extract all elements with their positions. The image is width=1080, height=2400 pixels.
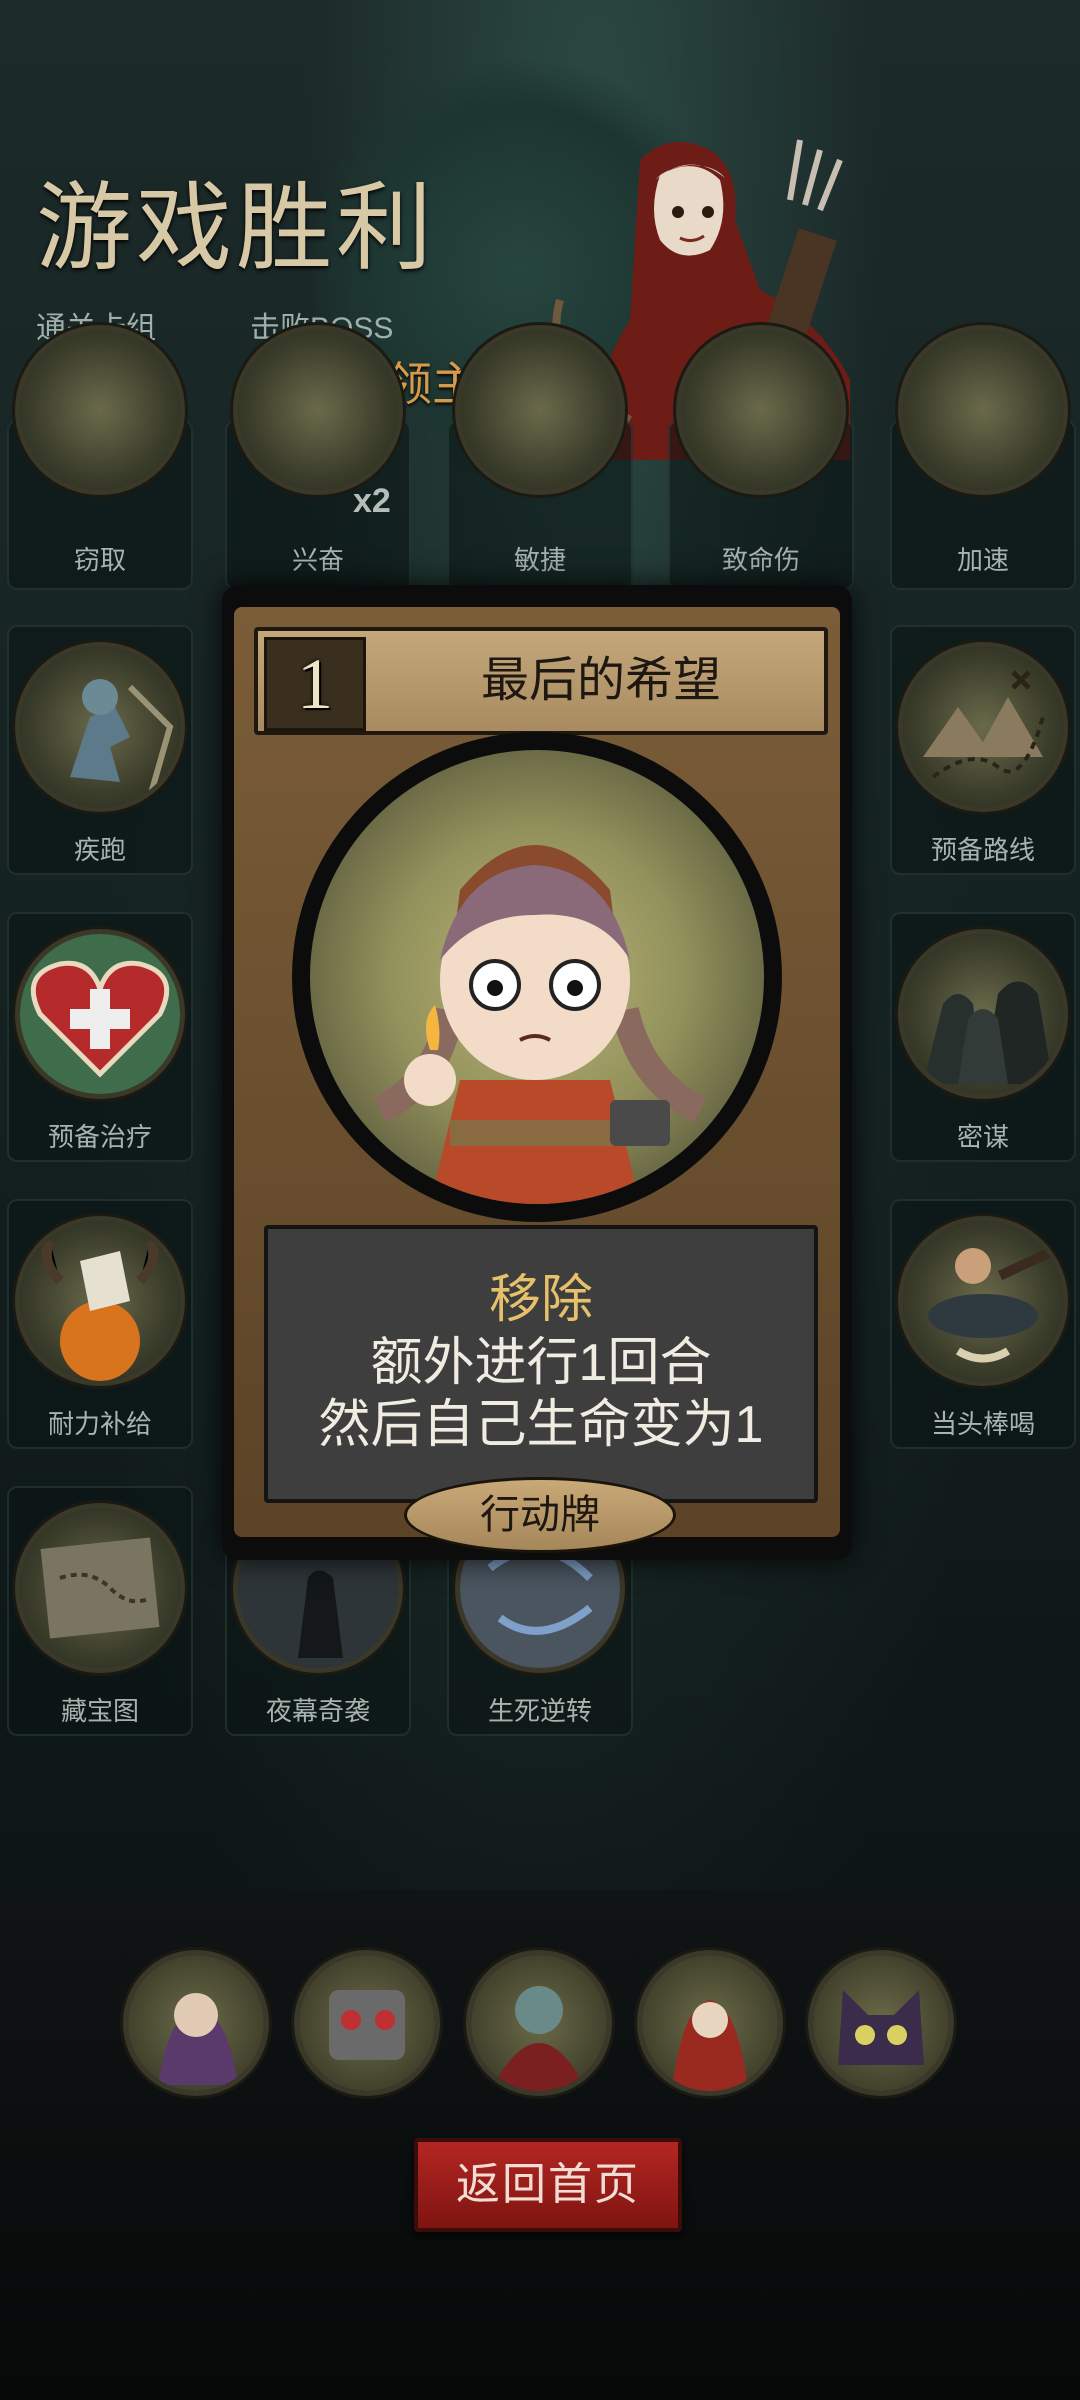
girl-with-lighter-illustration [373,845,707,1204]
opponent-portrait-robot[interactable] [299,1955,435,2091]
back-to-home-button[interactable]: 返回首页 [414,2138,682,2232]
card-label: 预备路线 [930,835,1035,865]
hourglass-icon: 1 [264,637,366,731]
card-label: 夜幕奇袭 [265,1696,370,1726]
card-slot-conspiracy[interactable]: 密谋 [890,912,1076,1162]
opponent-portrait-vampire[interactable] [471,1955,607,2091]
card-label: 生死逆转 [487,1696,592,1726]
card-slot-haste[interactable]: 加速 [890,330,1076,590]
card-slot-ready-heal[interactable]: 预备治疗 [7,912,193,1162]
card-slot-stamina[interactable]: 耐力补给 [7,1199,193,1449]
card-slot-steal[interactable]: 窃取 [7,330,193,590]
card-label: 耐力补给 [47,1409,152,1439]
card-label: 当头棒喝 [930,1409,1035,1439]
heart-heal-icon [20,934,180,1094]
card-slot-fatal-wound[interactable]: 致命伤 [668,330,854,590]
card-effect-box: 移除 额外进行1回合 然后自己生命变为1 [264,1225,818,1503]
card-slot-sprint[interactable]: 疾跑 [7,625,193,875]
card-multiplier: x2 [353,482,391,520]
card-title: 最后的希望 [480,654,721,707]
steal-icon [20,330,180,490]
victory-title: 游戏胜利 [36,175,436,282]
effect-line: 然后自己生命变为1 [318,1396,764,1454]
hooded-figures-icon [903,934,1063,1094]
card-label: 致命伤 [721,545,800,575]
card-slot-backup-route[interactable]: 预备路线 [890,625,1076,875]
opponent-portrait-red-hood[interactable] [642,1955,778,2091]
card-label: 预备治疗 [47,1122,152,1152]
frying-pan-icon [903,1221,1063,1381]
agility-icon [460,330,620,490]
card-cost: 1 [297,644,333,724]
card-type-label: 行动牌 [404,1477,676,1553]
card-label: 疾跑 [73,835,126,865]
stamina-icon [20,1221,180,1381]
card-art [310,750,764,1204]
excite-icon [238,330,398,490]
card-label: 窃取 [73,545,126,575]
sprint-icon [20,647,180,807]
opponent-portrait-cat[interactable] [813,1955,949,2091]
haste-icon [903,330,1063,490]
map-route-icon [903,647,1063,807]
card-slot-excite[interactable]: x2 兴奋 [225,330,411,590]
card-slot-treasure-map[interactable]: 藏宝图 [7,1486,193,1736]
effect-keyword: 移除 [488,1271,593,1329]
card-frame: 1 最后的希望 移除 额外进行1回合 然后自己生命变为1 行动牌 [234,607,840,1553]
card-header: 1 最后的希望 [254,627,828,735]
card-label: 藏宝图 [60,1696,139,1726]
card-art-ring [292,732,782,1222]
card-detail-popup[interactable]: 1 最后的希望 移除 额外进行1回合 然后自己生命变为1 行动牌 [222,585,852,1560]
effect-line: 额外进行1回合 [370,1334,712,1392]
card-label: 加速 [956,545,1009,575]
card-label: 敏捷 [513,545,566,575]
card-label: 兴奋 [291,545,344,575]
card-slot-agility[interactable]: 敏捷 [447,330,633,590]
card-slot-headshot[interactable]: 当头棒喝 [890,1199,1076,1449]
fatal-wound-icon [681,330,841,490]
opponent-portrait-witch[interactable] [128,1955,264,2091]
card-label: 密谋 [956,1122,1009,1152]
treasure-map-icon [20,1508,180,1668]
